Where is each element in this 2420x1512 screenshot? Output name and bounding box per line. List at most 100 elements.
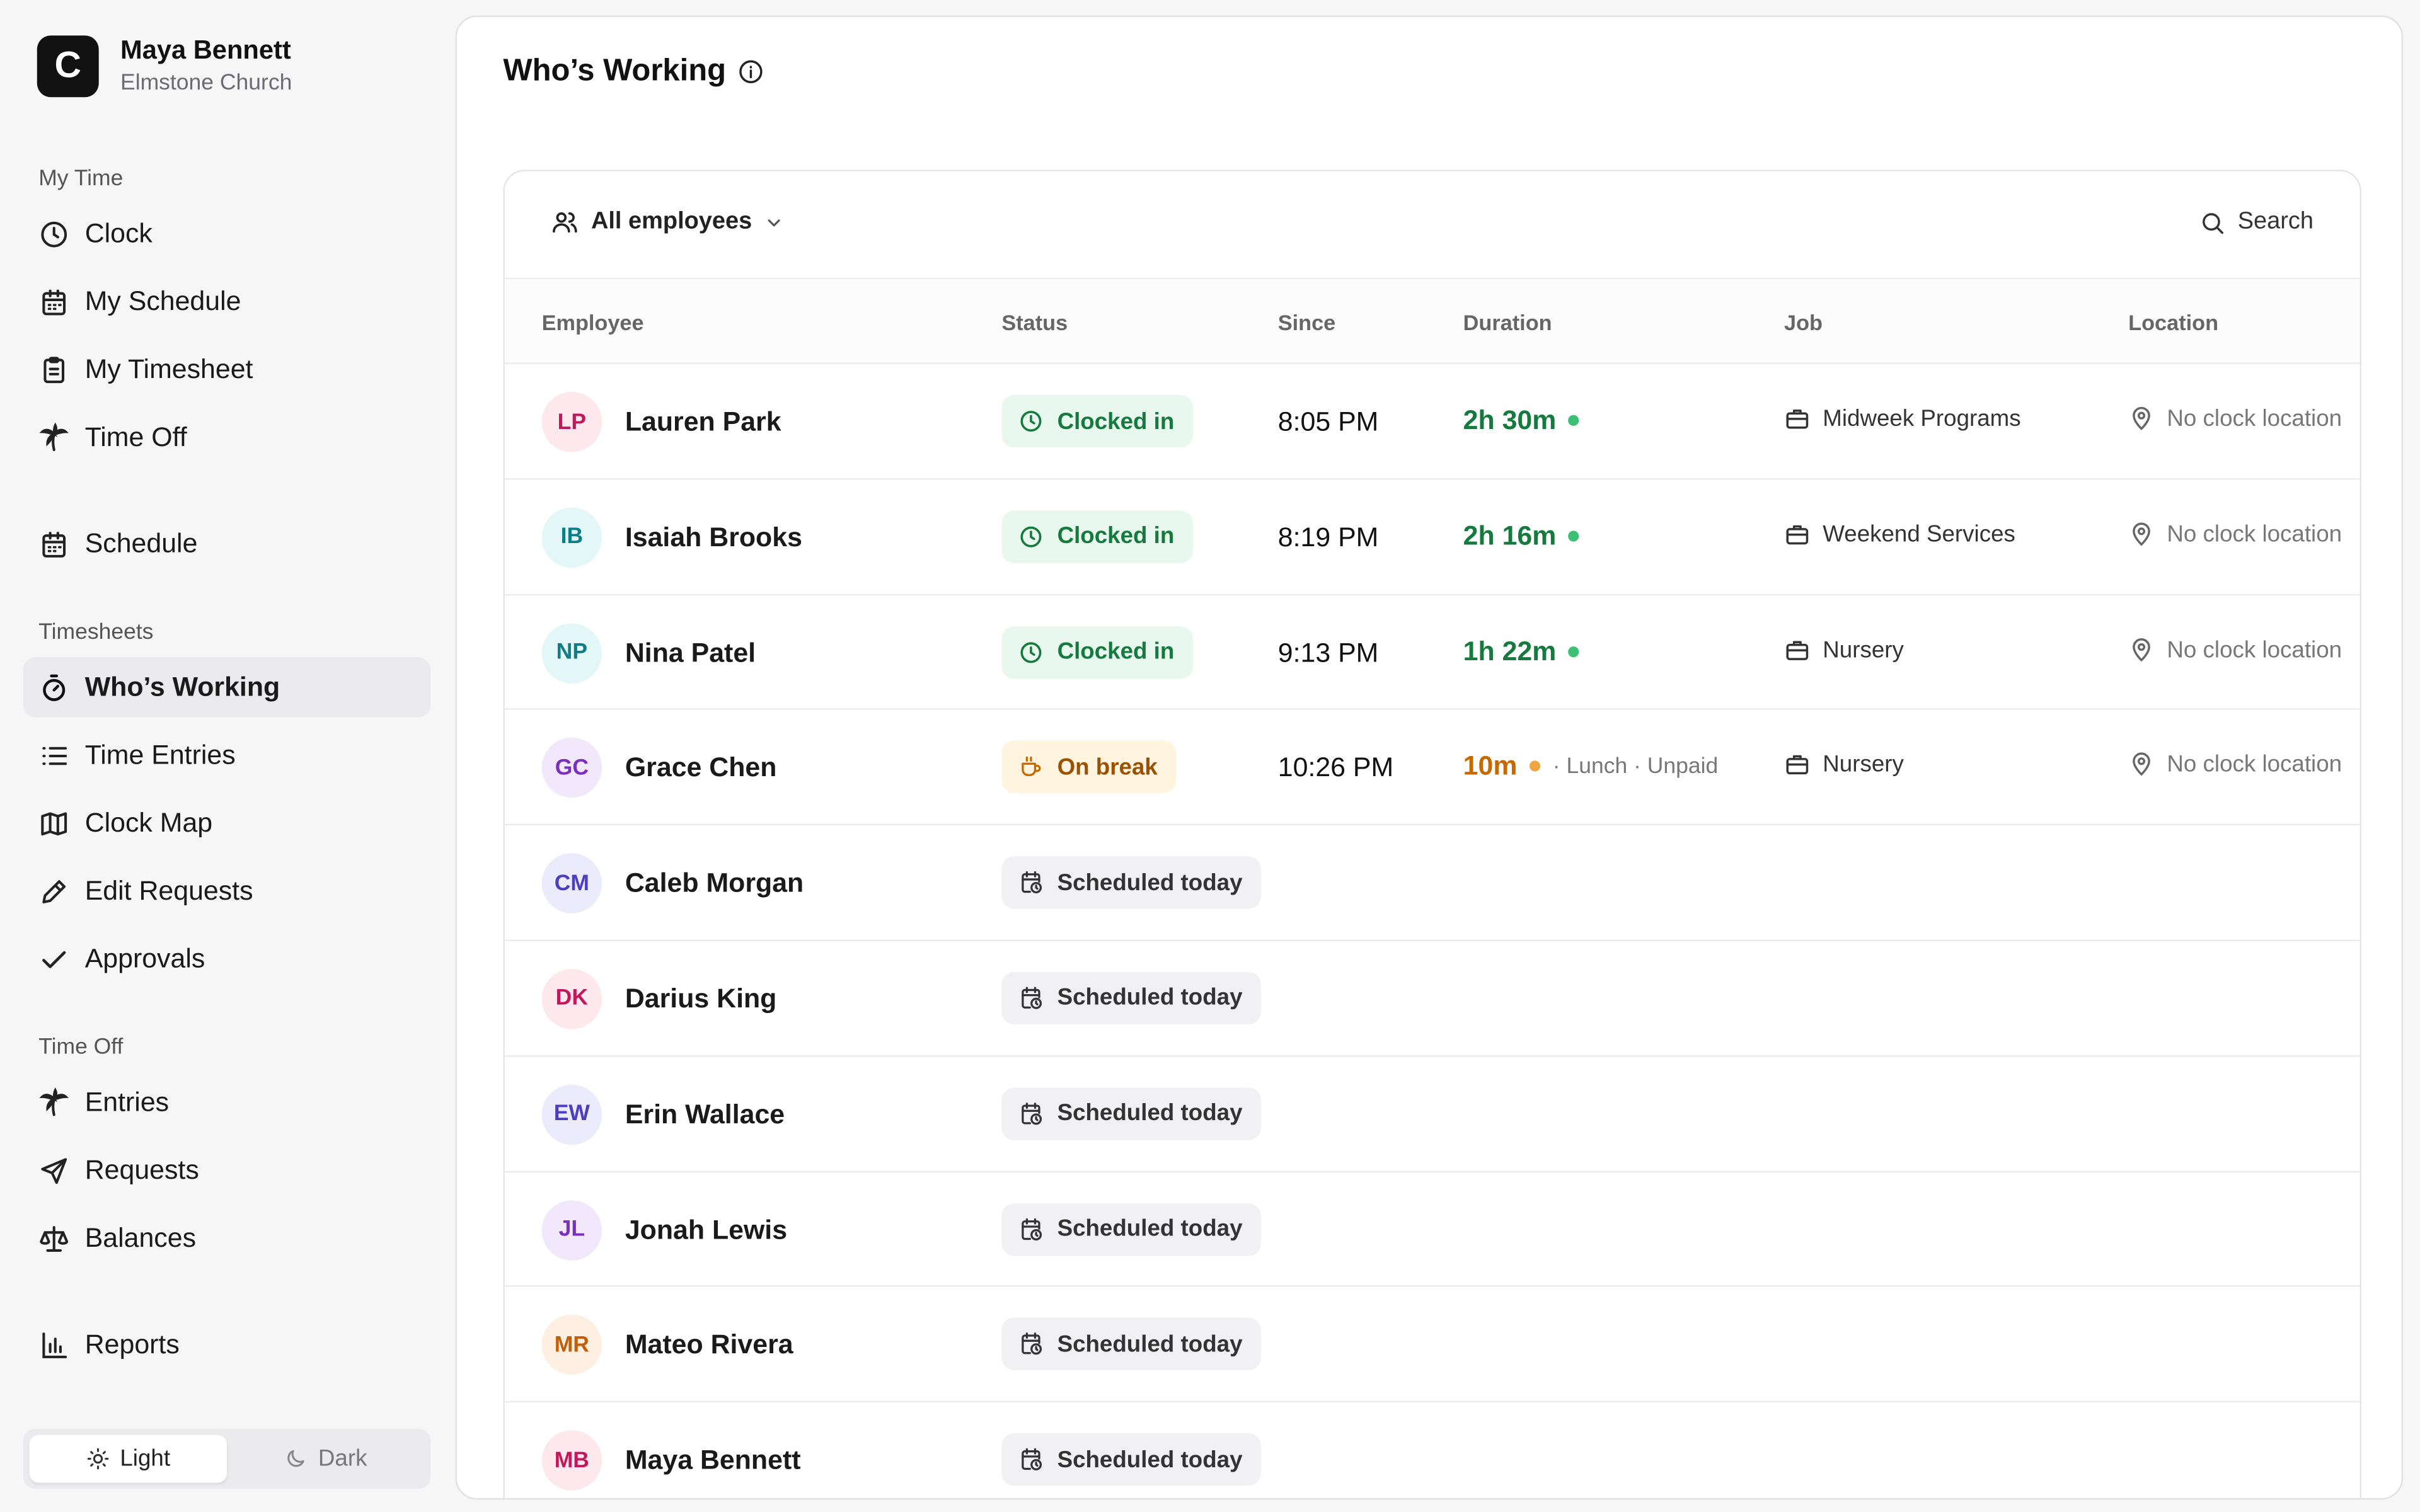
job-cell: Midweek Programs [1784, 406, 2021, 432]
sidebar-item-clock-map[interactable]: Clock Map [23, 793, 431, 854]
avatar: DK [541, 968, 602, 1029]
table-row[interactable]: JL Jonah Lewis Scheduled today [504, 1172, 2360, 1288]
users-icon [553, 212, 577, 233]
job-cell: Weekend Services [1784, 521, 2015, 547]
theme-light-button[interactable]: Light [29, 1435, 228, 1483]
sidebar-item-clock[interactable]: Clock [23, 203, 431, 264]
send-icon [41, 1157, 67, 1183]
avatar: LP [541, 392, 602, 452]
status-label: Clocked in [1057, 523, 1175, 550]
sidebar: C Maya Bennett Elmstone Church My Time C… [0, 0, 455, 1512]
chevron-down-icon [768, 219, 781, 226]
sidebar-item-balances[interactable]: Balances [23, 1208, 431, 1269]
status-badge: Scheduled today [1001, 971, 1261, 1025]
sidebar-item-requests[interactable]: Requests [23, 1140, 431, 1201]
coffee-icon [1022, 757, 1041, 777]
sidebar-item-label: Schedule [84, 527, 198, 559]
search-button[interactable]: Search [2199, 209, 2313, 236]
sidebar-item-label: Clock [84, 217, 153, 249]
sidebar-item-label: Edit Requests [84, 874, 253, 906]
briefcase-icon [1786, 755, 1809, 776]
status-label: Scheduled today [1057, 1100, 1243, 1127]
column-header-duration[interactable]: Duration [1463, 310, 1552, 335]
sidebar-item-entries[interactable]: Entries [23, 1072, 431, 1133]
employee-name: Darius King [625, 982, 777, 1014]
sidebar-item-whos-working[interactable]: Who’s Working [23, 657, 431, 718]
briefcase-icon [1786, 525, 1809, 544]
sidebar-item-label: Requests [84, 1154, 199, 1185]
location-cell: No clock location [2128, 752, 2342, 779]
location-cell: No clock location [2128, 636, 2342, 663]
sidebar-item-my-schedule[interactable]: My Schedule [23, 272, 431, 332]
location-cell: No clock location [2128, 521, 2342, 547]
clipboard-icon [43, 356, 65, 382]
status-label: Scheduled today [1057, 869, 1243, 896]
column-header-status[interactable]: Status [1001, 310, 1068, 335]
calendar-clock-icon [1022, 1333, 1042, 1356]
map-pin-icon [2133, 753, 2150, 777]
sun-icon [87, 1448, 108, 1470]
column-header-since[interactable]: Since [1278, 310, 1335, 335]
status-badge: Clocked in [1001, 394, 1193, 448]
info-icon[interactable] [739, 59, 765, 85]
theme-dark-button[interactable]: Dark [227, 1435, 424, 1483]
calendar-icon [42, 289, 66, 315]
status-badge: Scheduled today [1001, 1318, 1261, 1371]
avatar: MR [541, 1315, 602, 1375]
status-label: On break [1057, 754, 1158, 781]
section-my-time: My Time [38, 166, 124, 192]
sidebar-item-approvals[interactable]: Approvals [23, 929, 431, 989]
org-name: Elmstone Church [120, 71, 292, 96]
column-header-location[interactable]: Location [2128, 310, 2218, 335]
table-row[interactable]: DK Darius King Scheduled today [504, 941, 2360, 1057]
scale-icon [40, 1225, 69, 1251]
table-row[interactable]: MR Mateo Rivera Scheduled today [504, 1287, 2360, 1403]
duration: 2h 16m [1463, 520, 1580, 552]
avatar: MB [541, 1430, 602, 1491]
clock-icon [41, 220, 67, 247]
live-dot [1568, 415, 1580, 426]
live-dot [1568, 530, 1580, 542]
check-icon [42, 950, 66, 968]
employee-filter-dropdown[interactable]: All employees [551, 209, 784, 236]
sidebar-item-time-entries[interactable]: Time Entries [23, 725, 431, 786]
sidebar-item-time-off[interactable]: Time Off [23, 408, 431, 468]
sidebar-item-label: Balances [84, 1222, 197, 1253]
sidebar-item-schedule[interactable]: Schedule [23, 514, 431, 575]
job-name: Nursery [1823, 752, 1904, 779]
sidebar-item-edit-requests[interactable]: Edit Requests [23, 861, 431, 922]
org-logo: C [37, 35, 99, 98]
avatar: GC [541, 738, 602, 799]
theme-dark-label: Dark [318, 1445, 367, 1472]
employee-name: Mateo Rivera [625, 1329, 793, 1360]
table-row[interactable]: CM Caleb Morgan Scheduled today [504, 826, 2360, 941]
since-time: 8:05 PM [1277, 406, 1379, 437]
table-row[interactable]: NP Nina Patel Clocked in 9:13 PM 1h 22m … [504, 595, 2360, 711]
live-dot [1568, 646, 1580, 657]
job-name: Weekend Services [1823, 521, 2015, 547]
employee-name: Erin Wallace [625, 1098, 785, 1130]
column-header-employee[interactable]: Employee [542, 310, 644, 335]
theme-light-label: Light [120, 1445, 171, 1472]
table-row[interactable]: EW Erin Wallace Scheduled today [504, 1057, 2360, 1172]
page-title-text: Who’s Working [503, 54, 727, 88]
table-row[interactable]: IB Isaiah Brooks Clocked in 8:19 PM 2h 1… [504, 479, 2360, 595]
sidebar-item-my-timesheet[interactable]: My Timesheet [23, 340, 431, 400]
org-switcher[interactable]: C Maya Bennett Elmstone Church [37, 34, 292, 99]
column-header-job[interactable]: Job [1784, 310, 1823, 335]
location-text: No clock location [2167, 752, 2342, 779]
sidebar-item-reports[interactable]: Reports [23, 1315, 431, 1375]
table-header: Employee Status Since Duration Job Locat… [504, 279, 2360, 364]
employee-name: Caleb Morgan [625, 867, 804, 898]
clock-icon [1020, 641, 1042, 663]
job-name: Nursery [1823, 636, 1904, 663]
calendar-clock-icon [1022, 1102, 1042, 1125]
table-row[interactable]: LP Lauren Park Clocked in 8:05 PM 2h 30m… [504, 364, 2360, 480]
sidebar-item-label: Clock Map [84, 806, 213, 838]
status-label: Scheduled today [1057, 1446, 1243, 1473]
break-dot [1530, 761, 1541, 772]
table-row[interactable]: GC Grace Chen On break 10:26 PM 10m · Lu… [504, 710, 2360, 826]
clock-icon [1020, 411, 1042, 432]
table-row[interactable]: MB Maya Bennett Scheduled today [505, 1403, 2360, 1498]
table-toolbar: All employees Search [504, 171, 2360, 280]
